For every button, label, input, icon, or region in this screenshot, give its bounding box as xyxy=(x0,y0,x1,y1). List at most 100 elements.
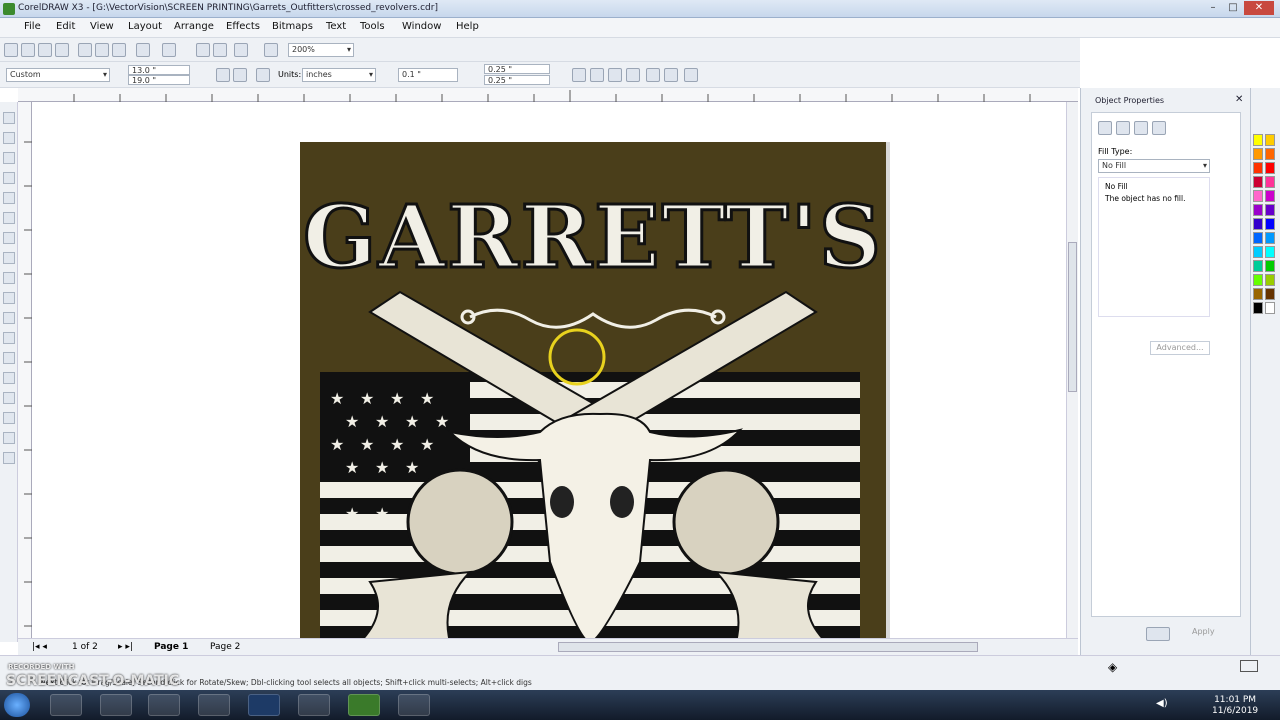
menu-text[interactable]: Text xyxy=(326,21,346,32)
interactive-blend-tool-icon[interactable] xyxy=(3,332,15,344)
polygon-tool-icon[interactable] xyxy=(3,272,15,284)
palette-swatch[interactable] xyxy=(1265,302,1275,314)
start-button[interactable] xyxy=(4,693,30,717)
vertical-scrollbar-thumb[interactable] xyxy=(1068,242,1077,392)
crop-tool-icon[interactable] xyxy=(3,152,15,164)
horizontal-ruler[interactable] xyxy=(18,88,1078,102)
nudge-distance-input[interactable]: 0.1 " xyxy=(398,68,458,82)
menu-effects[interactable]: Effects xyxy=(226,21,260,32)
menu-edit[interactable]: Edit xyxy=(56,21,75,32)
palette-swatch[interactable] xyxy=(1253,246,1263,258)
horizontal-scrollbar[interactable] xyxy=(558,642,978,652)
palette-swatch[interactable] xyxy=(1253,288,1263,300)
units-icon[interactable] xyxy=(572,68,586,82)
smart-fill-tool-icon[interactable] xyxy=(3,212,15,224)
fill-tool-icon[interactable] xyxy=(3,392,15,404)
palette-swatch[interactable] xyxy=(1265,246,1275,258)
freehand-tool-icon[interactable] xyxy=(3,192,15,204)
options-icon[interactable] xyxy=(684,68,698,82)
cut-icon[interactable] xyxy=(78,43,92,57)
advanced-button[interactable]: Advanced... xyxy=(1150,341,1210,355)
media-player-task-icon[interactable] xyxy=(100,694,132,716)
palette-swatch[interactable] xyxy=(1253,232,1263,244)
palette-swatch[interactable] xyxy=(1265,218,1275,230)
palette-swatch[interactable] xyxy=(1253,134,1263,146)
menu-tools[interactable]: Tools xyxy=(360,21,385,32)
palette-swatch[interactable] xyxy=(1265,148,1275,160)
next-page-button[interactable]: ▸ ▸| xyxy=(118,642,133,652)
palette-swatch[interactable] xyxy=(1265,176,1275,188)
tab-page-2[interactable]: Page 2 xyxy=(210,642,240,652)
system-clock[interactable]: 11:01 PM 11/6/2019 xyxy=(1212,695,1258,717)
palette-swatch[interactable] xyxy=(1265,274,1275,286)
duplicate-distance-y-input[interactable]: 0.25 " xyxy=(484,75,550,85)
palette-swatch[interactable] xyxy=(1265,288,1275,300)
docker-close-icon[interactable]: ✕ xyxy=(1235,94,1243,105)
fill-tab-icon[interactable] xyxy=(1098,121,1112,135)
to-back-icon[interactable] xyxy=(664,68,678,82)
palette-swatch[interactable] xyxy=(1253,218,1263,230)
landscape-icon[interactable] xyxy=(233,68,247,82)
palette-swatch[interactable] xyxy=(1253,162,1263,174)
palette-swatch[interactable] xyxy=(1265,190,1275,202)
portrait-icon[interactable] xyxy=(216,68,230,82)
text-tool-icon[interactable] xyxy=(3,312,15,324)
new-icon[interactable] xyxy=(4,43,18,57)
vertical-ruler[interactable] xyxy=(18,102,32,638)
chrome-task-icon[interactable] xyxy=(148,694,180,716)
copy-icon[interactable] xyxy=(95,43,109,57)
menu-arrange[interactable]: Arrange xyxy=(174,21,214,32)
palette-swatch[interactable] xyxy=(1253,302,1263,314)
redo-icon[interactable] xyxy=(162,43,176,57)
export-icon[interactable] xyxy=(213,43,227,57)
palette-swatch[interactable] xyxy=(1253,190,1263,202)
interactive-fill-tool-icon[interactable] xyxy=(3,412,15,424)
application-launcher-icon[interactable] xyxy=(234,43,248,57)
palette-swatch[interactable] xyxy=(1265,204,1275,216)
all-pages-icon[interactable] xyxy=(256,68,270,82)
fill-type-select[interactable]: No Fill xyxy=(1098,159,1210,173)
basic-shapes-tool-icon[interactable] xyxy=(3,292,15,304)
save-icon[interactable] xyxy=(38,43,52,57)
firefox-task-icon[interactable] xyxy=(198,694,230,716)
palette-swatch[interactable] xyxy=(1253,260,1263,272)
drawing-canvas[interactable]: ★★★★ ★★★★ ★★★★ ★★★ ★★★ ★★ xyxy=(32,102,1066,638)
palette-swatch[interactable] xyxy=(1265,162,1275,174)
outline-tab-icon[interactable] xyxy=(1116,121,1130,135)
palette-swatch[interactable] xyxy=(1253,148,1263,160)
artwork-page[interactable]: ★★★★ ★★★★ ★★★★ ★★★ ★★★ ★★ xyxy=(300,142,886,638)
palette-swatch[interactable] xyxy=(1265,232,1275,244)
dynamic-guides-icon[interactable] xyxy=(626,68,640,82)
palette-swatch[interactable] xyxy=(1253,204,1263,216)
coreldraw-task-icon[interactable] xyxy=(348,694,380,716)
zoom-tool-icon[interactable] xyxy=(3,172,15,184)
paste-icon[interactable] xyxy=(112,43,126,57)
menu-view[interactable]: View xyxy=(90,21,114,32)
photoshop-task-icon[interactable] xyxy=(248,694,280,716)
internet-tab-icon[interactable] xyxy=(1152,121,1166,135)
to-front-icon[interactable] xyxy=(646,68,660,82)
units-select[interactable]: inches xyxy=(302,68,376,82)
volume-icon[interactable]: ◀) xyxy=(1156,698,1168,709)
connector-tool-icon[interactable] xyxy=(3,432,15,444)
page-size-select[interactable]: Custom xyxy=(6,68,110,82)
cmd-task-icon[interactable] xyxy=(398,694,430,716)
open-icon[interactable] xyxy=(21,43,35,57)
snap-icon[interactable] xyxy=(608,68,622,82)
welcome-screen-icon[interactable] xyxy=(264,43,278,57)
shape-tool-icon[interactable] xyxy=(3,132,15,144)
menu-help[interactable]: Help xyxy=(456,21,479,32)
illustrator-task-icon[interactable] xyxy=(298,694,330,716)
lock-icon[interactable] xyxy=(1146,627,1170,641)
outline-tool-icon[interactable] xyxy=(3,372,15,384)
general-tab-icon[interactable] xyxy=(1134,121,1148,135)
page-height-input[interactable]: 19.0 " xyxy=(128,75,190,85)
zoom-level-select[interactable]: 200% xyxy=(288,43,354,57)
undo-icon[interactable] xyxy=(136,43,150,57)
minimize-button[interactable]: – xyxy=(1204,1,1222,15)
maximize-button[interactable]: □ xyxy=(1224,1,1242,15)
eyedropper-tool-icon[interactable] xyxy=(3,352,15,364)
palette-swatch[interactable] xyxy=(1253,176,1263,188)
close-button[interactable]: ✕ xyxy=(1244,1,1274,15)
mesh-fill-tool-icon[interactable] xyxy=(3,452,15,464)
